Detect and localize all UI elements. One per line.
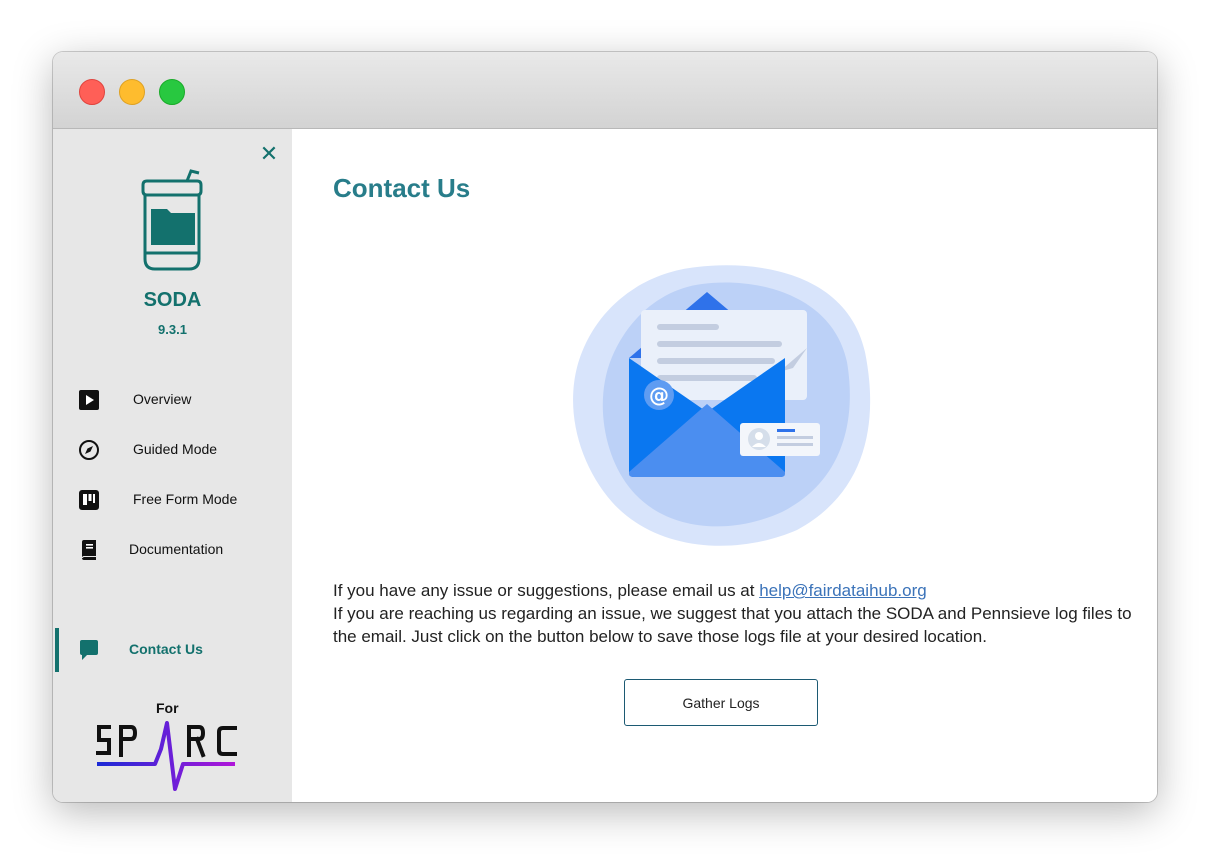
close-sidebar-icon[interactable]: ✕ <box>259 143 279 165</box>
nav-item-free-form-mode[interactable]: Free Form Mode <box>53 478 292 522</box>
kanban-icon <box>79 490 99 510</box>
nav-item-overview[interactable]: Overview <box>53 378 292 422</box>
nav-label-contact-us: Contact Us <box>129 641 203 657</box>
book-icon <box>82 540 96 560</box>
nav-label-documentation: Documentation <box>129 541 224 557</box>
app-version: 9.3.1 <box>158 322 187 337</box>
nav-item-guided-mode[interactable]: Guided Mode <box>53 428 292 472</box>
page-title: Contact Us <box>333 173 471 203</box>
app-name: SODA <box>143 289 202 311</box>
gather-logs-button[interactable]: Gather Logs <box>624 679 818 726</box>
sidebar: ✕ SODA 9.3.1 Overview Guided Mode Free F… <box>53 129 292 802</box>
nav-label-free-form-mode: Free Form Mode <box>133 491 238 507</box>
contact-message: If you have any issue or suggestions, pl… <box>333 579 1133 648</box>
nav-item-documentation[interactable]: Documentation <box>53 528 292 572</box>
compass-icon <box>79 440 99 460</box>
sparc-logo <box>96 721 237 791</box>
play-icon <box>79 390 99 410</box>
nav-item-contact-us[interactable]: Contact Us <box>53 628 292 672</box>
minimize-window-button[interactable] <box>119 79 145 105</box>
svg-text:@: @ <box>649 383 669 407</box>
contact-line-1: If you have any issue or suggestions, pl… <box>333 581 760 600</box>
soda-logo <box>141 169 203 271</box>
nav-label-guided-mode: Guided Mode <box>133 441 218 457</box>
close-window-button[interactable] <box>79 79 105 105</box>
chat-icon <box>80 640 98 660</box>
app-window: ✕ SODA 9.3.1 Overview Guided Mode Free F… <box>53 52 1157 802</box>
nav-label-overview: Overview <box>133 391 192 407</box>
email-link[interactable]: help@fairdataihub.org <box>759 581 927 600</box>
title-bar <box>53 52 1157 129</box>
for-label: For <box>156 700 179 716</box>
email-illustration: @ <box>573 265 871 546</box>
maximize-window-button[interactable] <box>159 79 185 105</box>
main-content: Contact Us @ If you have any issue or su… <box>292 129 1157 802</box>
contact-line-2: If you are reaching us regarding an issu… <box>333 604 1132 646</box>
